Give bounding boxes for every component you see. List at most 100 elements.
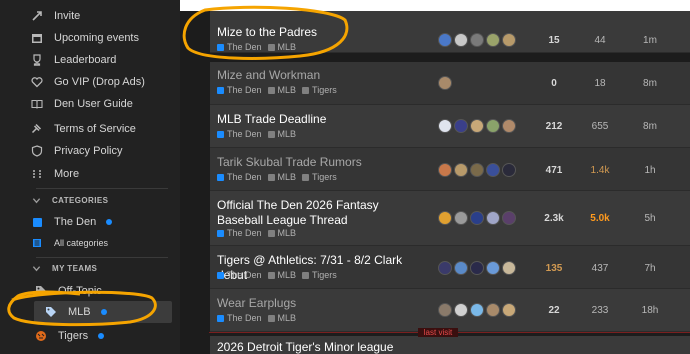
sidebar-item-label: Go VIP (Drop Ads) bbox=[54, 76, 145, 88]
topic-row[interactable]: Tigers @ Athletics: 7/31 - 8/2 Clark deb… bbox=[210, 246, 690, 289]
sidebar-item-off-topic[interactable]: Off-Topic bbox=[34, 280, 102, 302]
tag-mlb[interactable]: MLB bbox=[267, 313, 296, 323]
replies-count: 2.3k bbox=[544, 213, 564, 224]
tag-the-den[interactable]: The Den bbox=[217, 172, 262, 182]
avatar[interactable] bbox=[502, 163, 516, 177]
tag-label: The Den bbox=[227, 313, 262, 323]
tag-the-den[interactable]: The Den bbox=[217, 85, 262, 95]
topic-row[interactable]: MLB Trade Deadline The Den MLB 212 655 8… bbox=[210, 105, 690, 148]
avatar[interactable] bbox=[438, 76, 452, 90]
avatar[interactable] bbox=[470, 261, 484, 275]
tag-tigers[interactable]: Tigers bbox=[302, 270, 337, 280]
avatar[interactable] bbox=[470, 119, 484, 133]
sidebar-item-invite[interactable]: Invite bbox=[30, 5, 80, 27]
avatar[interactable] bbox=[438, 163, 452, 177]
activity-time[interactable]: 1m bbox=[630, 35, 670, 46]
topic-title[interactable]: Mize to the Padres bbox=[217, 25, 415, 40]
avatar[interactable] bbox=[454, 303, 468, 317]
avatar[interactable] bbox=[454, 261, 468, 275]
sidebar-item-label: Leaderboard bbox=[54, 54, 117, 66]
avatar[interactable] bbox=[454, 163, 468, 177]
more-icon bbox=[30, 167, 44, 181]
avatar[interactable] bbox=[470, 303, 484, 317]
category-color-swatch bbox=[217, 271, 224, 279]
topic-title[interactable]: Official The Den 2026 Fantasy Baseball L… bbox=[217, 198, 415, 228]
topic-row[interactable]: Mize to the Padres The Den MLB 15 44 1m bbox=[210, 11, 690, 53]
categories-header[interactable]: CATEGORIES bbox=[30, 192, 108, 208]
category-color-swatch bbox=[267, 86, 275, 94]
tag-mlb[interactable]: MLB bbox=[267, 228, 296, 238]
my-teams-header[interactable]: MY TEAMS bbox=[30, 260, 97, 276]
avatar[interactable] bbox=[486, 261, 500, 275]
activity-time[interactable]: 5h bbox=[630, 213, 670, 224]
avatar[interactable] bbox=[486, 119, 500, 133]
unread-dot bbox=[100, 309, 107, 315]
category-color-swatch bbox=[217, 130, 224, 138]
section-label: CATEGORIES bbox=[52, 195, 109, 205]
activity-time[interactable]: 18h bbox=[630, 305, 670, 316]
avatar[interactable] bbox=[502, 119, 516, 133]
avatar[interactable] bbox=[486, 163, 500, 177]
tag-mlb[interactable]: MLB bbox=[267, 85, 296, 95]
topic-row[interactable]: Tarik Skubal Trade Rumors The Den MLB Ti… bbox=[210, 148, 690, 191]
activity-time[interactable]: 8m bbox=[630, 78, 670, 89]
avatar[interactable] bbox=[438, 33, 452, 47]
sidebar-item-more[interactable]: More bbox=[30, 163, 79, 185]
avatar[interactable] bbox=[502, 33, 516, 47]
avatar[interactable] bbox=[454, 211, 468, 225]
avatar[interactable] bbox=[486, 33, 500, 47]
sidebar-item-tigers[interactable]: Tigers bbox=[34, 325, 105, 347]
sidebar-item-user-guide[interactable]: Den User Guide bbox=[30, 93, 133, 115]
topic-row[interactable]: Mize and Workman The Den MLB Tigers 0 18… bbox=[210, 62, 690, 105]
unread-dot bbox=[106, 219, 113, 225]
category-color-swatch bbox=[217, 229, 224, 237]
avatar[interactable] bbox=[470, 163, 484, 177]
topic-title[interactable]: 2026 Detroit Tiger's Minor league bbox=[217, 340, 477, 354]
poster-avatars bbox=[438, 303, 516, 317]
avatar[interactable] bbox=[470, 211, 484, 225]
tag-the-den[interactable]: The Den bbox=[217, 313, 262, 323]
topic-row[interactable]: Wear Earplugs The Den MLB 22 233 18h bbox=[210, 289, 690, 332]
avatar[interactable] bbox=[486, 303, 500, 317]
sidebar-item-leaderboard[interactable]: Leaderboard bbox=[30, 49, 116, 71]
activity-time[interactable]: 1h bbox=[630, 165, 670, 176]
topic-row[interactable]: 2026 Detroit Tiger's Minor league bbox=[210, 336, 690, 354]
trophy-icon bbox=[30, 53, 44, 67]
topic-title[interactable]: Wear Earplugs bbox=[217, 296, 415, 311]
tag-mlb[interactable]: MLB bbox=[267, 42, 296, 52]
sidebar-item-terms[interactable]: Terms of Service bbox=[30, 118, 136, 140]
tag-tigers[interactable]: Tigers bbox=[302, 172, 337, 182]
activity-time[interactable]: 7h bbox=[630, 263, 670, 274]
sidebar-item-mlb[interactable]: MLB bbox=[44, 301, 107, 323]
avatar[interactable] bbox=[502, 303, 516, 317]
tag-mlb[interactable]: MLB bbox=[267, 172, 296, 182]
avatar[interactable] bbox=[486, 211, 500, 225]
activity-time[interactable]: 8m bbox=[630, 121, 670, 132]
sidebar-item-go-vip[interactable]: Go VIP (Drop Ads) bbox=[30, 71, 145, 93]
avatar[interactable] bbox=[438, 261, 452, 275]
avatar[interactable] bbox=[438, 119, 452, 133]
sidebar-item-the-den[interactable]: The Den bbox=[30, 211, 113, 233]
sidebar-item-upcoming-events[interactable]: Upcoming events bbox=[30, 27, 139, 49]
sidebar-item-privacy[interactable]: Privacy Policy bbox=[30, 140, 122, 162]
topic-title[interactable]: Tarik Skubal Trade Rumors bbox=[217, 155, 415, 170]
tag-the-den[interactable]: The Den bbox=[217, 270, 262, 280]
tag-the-den[interactable]: The Den bbox=[217, 42, 262, 52]
sidebar-item-all-categories[interactable]: All categories bbox=[30, 232, 108, 254]
tag-the-den[interactable]: The Den bbox=[217, 129, 262, 139]
avatar[interactable] bbox=[438, 303, 452, 317]
tag-label: The Den bbox=[227, 228, 262, 238]
avatar[interactable] bbox=[438, 211, 452, 225]
topic-title[interactable]: Mize and Workman bbox=[217, 68, 415, 83]
tag-the-den[interactable]: The Den bbox=[217, 228, 262, 238]
topic-row[interactable]: Official The Den 2026 Fantasy Baseball L… bbox=[210, 191, 690, 246]
avatar[interactable] bbox=[470, 33, 484, 47]
tag-mlb[interactable]: MLB bbox=[267, 129, 296, 139]
topic-title[interactable]: MLB Trade Deadline bbox=[217, 112, 415, 127]
avatar[interactable] bbox=[502, 211, 516, 225]
avatar[interactable] bbox=[454, 33, 468, 47]
tag-tigers[interactable]: Tigers bbox=[302, 85, 337, 95]
tag-mlb[interactable]: MLB bbox=[267, 270, 296, 280]
avatar[interactable] bbox=[502, 261, 516, 275]
avatar[interactable] bbox=[454, 119, 468, 133]
